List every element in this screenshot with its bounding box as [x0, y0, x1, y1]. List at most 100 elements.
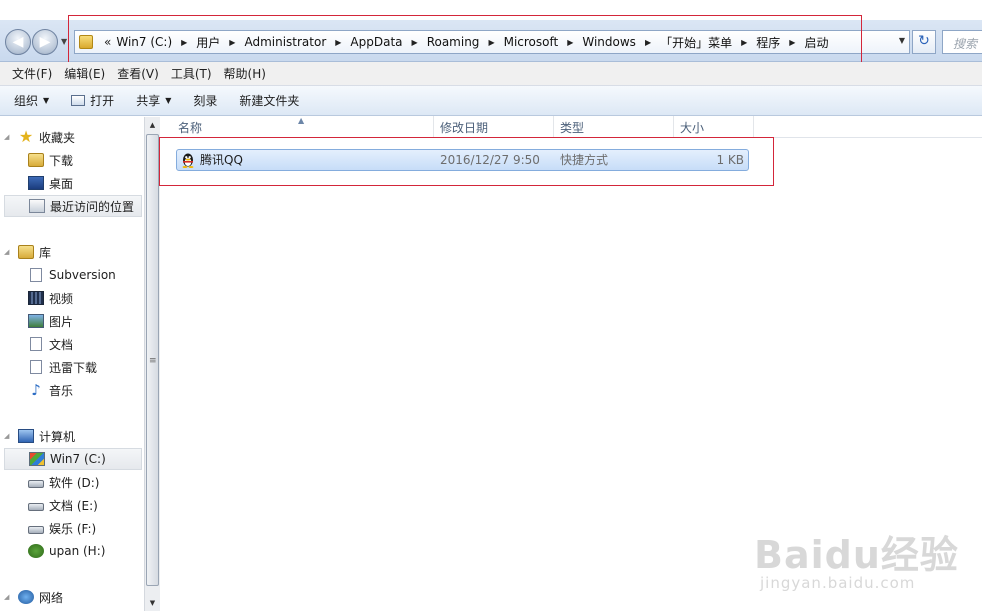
- qq-penguin-icon: [182, 153, 194, 168]
- scroll-down-icon[interactable]: ▼: [145, 595, 160, 611]
- document-icon: [30, 360, 42, 374]
- chevron-right-icon[interactable]: ▶: [181, 38, 187, 47]
- nav-item-label: upan (H:): [49, 544, 106, 558]
- menu-tools[interactable]: 工具(T): [165, 65, 218, 82]
- chevron-right-icon[interactable]: ▶: [645, 38, 651, 47]
- grip-icon: ≡: [149, 356, 157, 366]
- nav-libraries[interactable]: ◢ 库: [4, 241, 51, 263]
- scroll-thumb[interactable]: ≡: [146, 134, 159, 586]
- nav-item-documents[interactable]: 文档: [28, 333, 73, 355]
- downloads-folder-icon: [28, 153, 44, 167]
- chevron-right-icon[interactable]: ▶: [412, 38, 418, 47]
- organize-button[interactable]: 组织 ▼: [14, 92, 49, 109]
- chevron-right-icon[interactable]: ▶: [229, 38, 235, 47]
- scroll-up-icon[interactable]: ▲: [145, 117, 160, 133]
- breadcrumb-item-appdata[interactable]: AppData: [350, 35, 402, 49]
- nav-item-music[interactable]: ♪ 音乐: [28, 379, 73, 401]
- burn-button[interactable]: 刻录: [193, 92, 217, 109]
- nav-item-desktop[interactable]: 桌面: [28, 172, 73, 194]
- nav-item-label: 最近访问的位置: [50, 199, 135, 214]
- breadcrumb-item-microsoft[interactable]: Microsoft: [504, 35, 559, 49]
- chevron-right-icon[interactable]: ▶: [789, 38, 795, 47]
- refresh-icon: ↻: [918, 33, 930, 49]
- share-button[interactable]: 共享 ▼: [136, 92, 171, 109]
- nav-item-drive-e[interactable]: 文档 (E:): [28, 494, 98, 516]
- search-input[interactable]: 搜索: [942, 30, 982, 54]
- breadcrumb-item-drive-c[interactable]: Win7 (C:): [116, 35, 172, 49]
- chevron-down-icon: ▼: [165, 96, 172, 105]
- breadcrumb-item-windows[interactable]: Windows: [582, 35, 636, 49]
- new-folder-button[interactable]: 新建文件夹: [239, 92, 299, 109]
- chevron-right-icon[interactable]: ▶: [741, 38, 747, 47]
- refresh-button[interactable]: ↻: [912, 30, 936, 54]
- navigation-pane: ◢ ★ 收藏夹 下载 桌面 最近访问的位置 ◢ 库 Subversion 视频 …: [0, 116, 160, 612]
- breadcrumb-item-programs[interactable]: 程序: [756, 34, 780, 51]
- nav-item-label: 图片: [49, 314, 74, 329]
- nav-network-label: 网络: [39, 590, 64, 605]
- chevron-right-icon[interactable]: ▶: [488, 38, 494, 47]
- breadcrumb-item-administrator[interactable]: Administrator: [244, 35, 326, 49]
- column-header: ▲ 名称 修改日期 类型 大小: [160, 116, 982, 138]
- recent-pages-dropdown-icon[interactable]: ▼: [61, 37, 67, 46]
- nav-item-drive-h[interactable]: upan (H:): [28, 540, 105, 562]
- tree-toggle-icon[interactable]: ◢: [4, 593, 18, 601]
- breadcrumb-item-users[interactable]: 用户: [196, 34, 220, 51]
- breadcrumb-overflow[interactable]: «: [104, 35, 111, 49]
- hard-drive-icon: [28, 526, 44, 534]
- breadcrumb-item-start-menu[interactable]: 「开始」菜单: [660, 34, 732, 51]
- document-icon: [30, 337, 42, 351]
- chevron-right-icon[interactable]: ▶: [335, 38, 341, 47]
- column-type[interactable]: 类型: [554, 116, 674, 138]
- file-modified: 2016/12/27 9:50: [440, 153, 540, 167]
- organize-label: 组织: [14, 94, 39, 108]
- column-name[interactable]: 名称: [172, 116, 434, 138]
- nav-network[interactable]: ◢ 网络: [4, 586, 63, 608]
- breadcrumb-item-roaming[interactable]: Roaming: [427, 35, 480, 49]
- chevron-right-icon[interactable]: ▶: [567, 38, 573, 47]
- menu-help[interactable]: 帮助(H): [218, 65, 272, 82]
- open-button[interactable]: 打开: [71, 92, 114, 109]
- share-label: 共享: [136, 94, 161, 108]
- open-label: 打开: [90, 94, 115, 108]
- nav-computer[interactable]: ◢ 计算机: [4, 425, 75, 447]
- breadcrumb-item-startup[interactable]: 启动: [804, 34, 828, 51]
- library-icon: [18, 245, 34, 259]
- tree-toggle-icon[interactable]: ◢: [4, 432, 18, 440]
- tree-toggle-icon[interactable]: ◢: [4, 133, 18, 141]
- nav-item-drive-c[interactable]: Win7 (C:): [4, 448, 142, 470]
- tree-toggle-icon[interactable]: ◢: [4, 248, 18, 256]
- document-icon: [30, 268, 42, 282]
- back-button[interactable]: ◀: [5, 29, 31, 55]
- open-icon: [71, 95, 86, 106]
- menu-file[interactable]: 文件(F): [6, 65, 58, 82]
- nav-item-pictures[interactable]: 图片: [28, 310, 73, 332]
- nav-item-label: 迅雷下载: [49, 360, 98, 375]
- nav-item-subversion[interactable]: Subversion: [28, 264, 116, 286]
- nav-item-recent-places[interactable]: 最近访问的位置: [4, 195, 142, 217]
- nav-item-videos[interactable]: 视频: [28, 287, 73, 309]
- nav-item-thunder-downloads[interactable]: 迅雷下载: [28, 356, 97, 378]
- hard-drive-icon: [28, 480, 44, 488]
- column-modified[interactable]: 修改日期: [434, 116, 554, 138]
- chevron-down-icon: ▼: [43, 96, 50, 105]
- nav-item-downloads[interactable]: 下载: [28, 149, 73, 171]
- nav-item-label: 视频: [49, 291, 74, 306]
- computer-icon: [18, 429, 34, 443]
- nav-item-drive-d[interactable]: 软件 (D:): [28, 471, 99, 493]
- nav-item-label: 桌面: [49, 176, 74, 191]
- table-row[interactable]: 腾讯QQ 2016/12/27 9:50 快捷方式 1 KB: [176, 149, 749, 171]
- column-size[interactable]: 大小: [674, 116, 754, 138]
- file-type: 快捷方式: [560, 153, 609, 167]
- forward-button[interactable]: ▶: [32, 29, 58, 55]
- nav-scrollbar[interactable]: ▲ ≡ ▼: [144, 117, 160, 611]
- menu-edit[interactable]: 编辑(E): [58, 65, 111, 82]
- address-dropdown-icon[interactable]: ▼: [899, 36, 905, 45]
- menu-view[interactable]: 查看(V): [111, 65, 165, 82]
- usb-drive-icon: [28, 544, 44, 558]
- nav-favorites[interactable]: ◢ ★ 收藏夹: [4, 126, 75, 148]
- nav-item-label: 下载: [49, 153, 74, 168]
- nav-item-drive-f[interactable]: 娱乐 (F:): [28, 517, 96, 539]
- breadcrumb[interactable]: « Win7 (C:) ▶ 用户 ▶ Administrator ▶ AppDa…: [74, 30, 910, 54]
- file-name: 腾讯QQ: [200, 153, 243, 167]
- network-icon: [18, 590, 34, 604]
